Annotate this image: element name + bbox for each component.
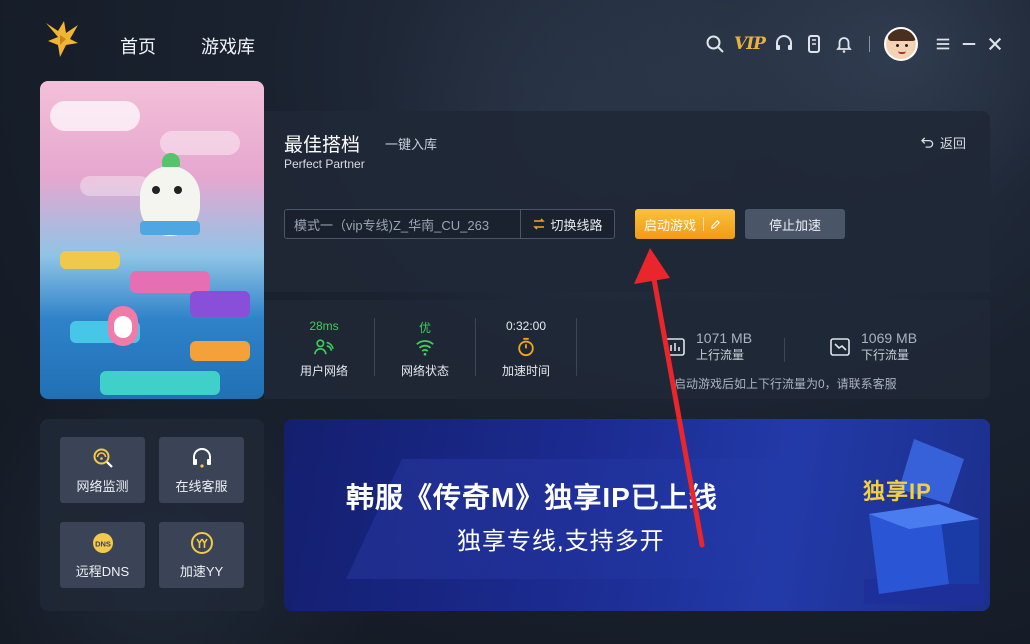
tool-label: 加速YY xyxy=(179,563,224,579)
vip-icon[interactable]: VIP xyxy=(734,34,766,54)
download-traffic: 1069 MB 下行流量 xyxy=(829,330,917,363)
timer-icon xyxy=(518,337,534,357)
tool-label: 在线客服 xyxy=(175,478,228,494)
start-game-label: 启动游戏 xyxy=(644,217,697,233)
upload-traffic: 1071 MB 上行流量 xyxy=(664,330,752,363)
network-label: 网络状态 xyxy=(400,364,449,378)
promo-banner[interactable]: 独享IP 韩服《传奇M》独享IP已上线 独享专线,支持多开 xyxy=(284,419,990,611)
tool-label: 网络监测 xyxy=(76,478,129,494)
add-to-library-button[interactable]: 一键入库 xyxy=(385,134,437,153)
user-network-icon xyxy=(314,339,334,355)
tool-accelerate-yy[interactable]: 加速YY xyxy=(159,522,244,588)
avatar[interactable] xyxy=(883,27,918,61)
route-selector: 模式一（vip专线)Z_华南_CU_263 切换线路 xyxy=(284,209,615,239)
dns-icon: DNS xyxy=(92,532,113,553)
back-icon xyxy=(920,137,934,148)
start-game-button[interactable]: 启动游戏 xyxy=(635,209,735,239)
tool-network-monitor[interactable]: 网络监测 xyxy=(60,437,145,503)
tool-remote-dns[interactable]: DNS 远程DNS xyxy=(60,522,145,588)
download-value: 1069 MB xyxy=(861,330,918,346)
upload-label: 上行流量 xyxy=(696,348,745,362)
headset-icon[interactable] xyxy=(773,33,795,55)
download-icon xyxy=(830,337,850,356)
game-title: 最佳搭档 xyxy=(284,135,361,156)
toolbar-divider xyxy=(868,36,870,52)
back-label: 返回 xyxy=(939,136,966,151)
svg-text:DNS: DNS xyxy=(95,539,111,548)
minimize-icon[interactable] xyxy=(960,35,978,53)
game-subtitle: Perfect Partner xyxy=(284,157,365,171)
search-icon[interactable] xyxy=(704,33,726,55)
network-value: 优 xyxy=(418,321,431,335)
stat-network: 优 网络状态 xyxy=(385,319,465,379)
app-logo-icon[interactable] xyxy=(44,17,82,59)
gift-box-icon xyxy=(864,439,984,604)
back-button[interactable]: 返回 xyxy=(920,133,966,152)
stop-acceleration-button[interactable]: 停止加速 xyxy=(745,209,845,239)
game-cover-image xyxy=(40,81,264,399)
phone-icon[interactable] xyxy=(803,33,825,55)
tool-label: 远程DNS xyxy=(75,563,130,579)
game-info-panel: 最佳搭档 一键入库 Perfect Partner 返回 模式一（vip专线)Z… xyxy=(264,111,990,292)
edit-icon[interactable] xyxy=(710,219,721,230)
time-label: 加速时间 xyxy=(501,364,550,378)
close-icon[interactable] xyxy=(986,35,1004,53)
time-value: 0:32:00 xyxy=(505,319,547,333)
switch-route-button[interactable]: 切换线路 xyxy=(521,215,614,234)
toolbar: VIP xyxy=(704,27,1012,61)
nav-game-library[interactable]: 游戏库 xyxy=(201,33,255,59)
network-monitor-icon xyxy=(93,448,113,468)
headset-icon xyxy=(192,447,211,468)
wifi-icon xyxy=(416,340,434,356)
stat-latency: 28ms 用户网络 xyxy=(284,319,364,379)
upload-value: 1071 MB xyxy=(696,330,753,346)
yy-icon xyxy=(190,531,213,554)
stats-panel: 28ms 用户网络 优 网络状态 0:32:00 加速时间 1071 MB 上行… xyxy=(264,300,990,399)
tools-panel: 网络监测 在线客服 DNS 远程DNS 加速YY xyxy=(40,419,264,611)
banner-tag: 独享IP xyxy=(863,479,932,504)
latency-label: 用户网络 xyxy=(299,364,348,378)
top-bar: 首页 游戏库 VIP xyxy=(0,0,1030,82)
switch-route-label: 切换线路 xyxy=(550,217,603,233)
route-field[interactable]: 模式一（vip专线)Z_华南_CU_263 xyxy=(285,210,521,238)
tool-online-support[interactable]: 在线客服 xyxy=(159,437,244,503)
banner-subtitle: 独享专线,支持多开 xyxy=(457,528,665,555)
switch-icon xyxy=(533,218,546,230)
menu-icon[interactable] xyxy=(934,35,952,53)
bell-icon[interactable] xyxy=(833,33,855,55)
nav-home[interactable]: 首页 xyxy=(120,33,156,59)
stat-time: 0:32:00 加速时间 xyxy=(486,319,566,379)
traffic-note: 启动游戏后如上下行流量为0，请联系客服 xyxy=(674,377,897,391)
upload-icon xyxy=(665,337,685,356)
download-label: 下行流量 xyxy=(861,348,910,362)
banner-title: 韩服《传奇M》独享IP已上线 xyxy=(346,482,718,513)
latency-value: 28ms xyxy=(309,319,339,333)
